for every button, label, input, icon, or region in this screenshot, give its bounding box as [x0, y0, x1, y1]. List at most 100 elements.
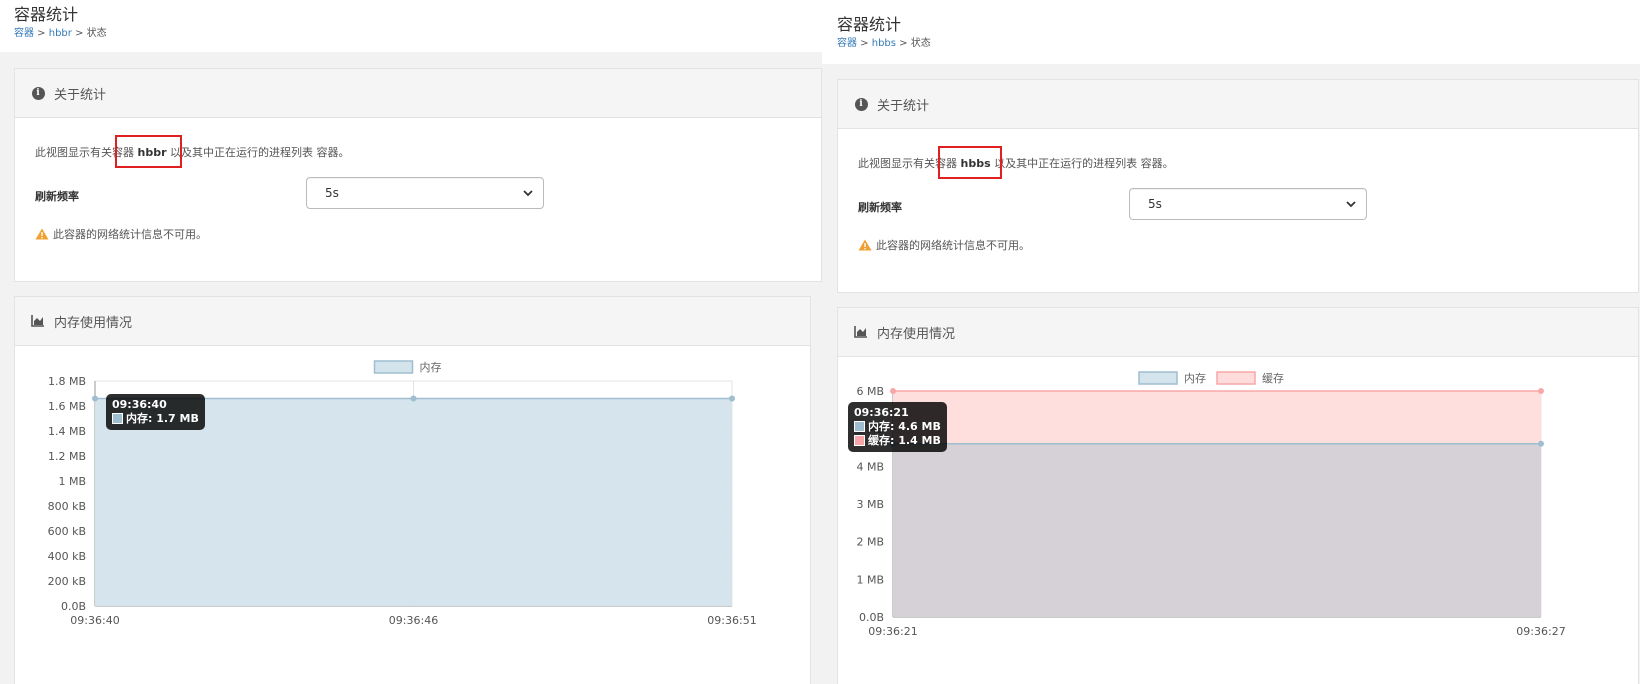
breadcrumb-containers-link[interactable]: 容器 — [14, 28, 34, 39]
tooltip-value: 内存: 4.6 MB — [868, 420, 941, 433]
info-icon: i — [854, 97, 868, 111]
y-tick-label: 0.0B — [61, 600, 86, 613]
legend-swatch — [1138, 371, 1178, 385]
legend-label: 缓存 — [1262, 371, 1284, 385]
breadcrumb-separator: > — [34, 28, 49, 39]
y-tick-label: 3 MB — [856, 498, 884, 511]
info-icon: i — [31, 86, 45, 100]
y-tick-label: 1.8 MB — [48, 375, 86, 388]
legend-swatch — [1216, 371, 1256, 385]
data-point — [1538, 388, 1544, 394]
series-swatch — [112, 413, 123, 424]
y-tick-label: 4 MB — [856, 460, 884, 473]
network-warning: 此容器的网络统计信息不可用。 — [858, 237, 1030, 253]
breadcrumb-container-link[interactable]: hbbr — [49, 28, 72, 39]
legend-label: 内存 — [420, 360, 442, 374]
refresh-rate-select[interactable]: 5s — [1129, 188, 1367, 220]
y-tick-label: 600 kB — [48, 525, 86, 538]
refresh-rate-value: 5s — [325, 186, 339, 200]
x-tick-label: 09:36:46 — [389, 614, 438, 627]
tooltip-value: 内存: 1.7 MB — [126, 412, 199, 425]
data-point — [410, 395, 417, 402]
left-pane: 容器统计 容器 > hbbr > 状态 i 关于统计 此视图显示有关容器 hbb… — [0, 0, 822, 684]
data-point — [92, 395, 98, 402]
data-point — [1538, 440, 1544, 447]
highlight-box — [938, 146, 1002, 179]
panel-title: 关于统计 — [877, 98, 930, 114]
memory-usage-heading: 内存使用情况 — [838, 308, 1638, 357]
memory-usage-heading: 内存使用情况 — [15, 297, 810, 346]
memory-usage-panel: 内存使用情况 内存 0.0B 200 kB 400 kB 600 kB 800 kB 1 M… — [14, 296, 811, 684]
y-tick-label: 200 kB — [48, 575, 86, 588]
y-tick-label: 1 MB — [856, 573, 884, 586]
refresh-rate-label: 刷新频率 — [35, 190, 79, 203]
network-warning: 此容器的网络统计信息不可用。 — [35, 226, 207, 242]
refresh-rate-value: 5s — [1148, 197, 1162, 211]
page-title: 容器统计 — [837, 15, 902, 34]
about-stats-panel: i 关于统计 此视图显示有关容器 hbbs 以及其中正在运行的进程列表 容器。 … — [837, 79, 1639, 293]
y-tick-label: 1.4 MB — [48, 425, 86, 438]
area-chart-icon — [854, 325, 868, 339]
page-header: 容器统计 容器 > hbbs > 状态 — [837, 15, 931, 51]
desc-text: 以及其中正在运行的进程列表 容器。 — [990, 157, 1174, 170]
tooltip-row: 缓存: 1.4 MB — [854, 434, 941, 448]
breadcrumb-current: 状态 — [86, 28, 107, 39]
breadcrumb-containers-link[interactable]: 容器 — [837, 38, 857, 49]
x-tick-label: 09:36:21 — [868, 625, 917, 638]
tooltip-time: 09:36:21 — [854, 406, 909, 419]
tooltip-value: 缓存: 1.4 MB — [868, 434, 941, 447]
tooltip-time: 09:36:40 — [112, 398, 167, 411]
area-chart-icon — [31, 314, 45, 328]
breadcrumb-separator: > — [857, 38, 872, 49]
stats-description: 此视图显示有关容器 hbbs 以及其中正在运行的进程列表 容器。 — [858, 155, 1174, 171]
tooltip-row: 内存: 4.6 MB — [854, 420, 941, 434]
warning-icon — [858, 239, 872, 251]
desc-text: 此视图显示有关 — [35, 146, 112, 159]
desc-text: 此视图显示有关 — [858, 157, 935, 170]
y-tick-label: 800 kB — [48, 500, 86, 513]
warning-text: 此容器的网络统计信息不可用。 — [53, 228, 207, 241]
legend-label: 内存 — [1184, 371, 1206, 385]
x-tick-label: 09:36:27 — [1516, 625, 1565, 638]
data-point — [890, 388, 896, 394]
series-swatch — [854, 435, 865, 446]
y-tick-label: 1.2 MB — [48, 450, 86, 463]
panel-title: 关于统计 — [54, 87, 107, 103]
legend-swatch — [373, 360, 414, 374]
x-tick-label: 09:36:40 — [70, 614, 119, 627]
breadcrumb: 容器 > hbbs > 状态 — [837, 37, 931, 51]
refresh-rate-select[interactable]: 5s — [306, 177, 544, 209]
right-pane: 容器统计 容器 > hbbs > 状态 i 关于统计 此视图显示有关容器 hbb… — [822, 0, 1640, 684]
panel-title: 内存使用情况 — [877, 326, 956, 342]
tooltip-row: 内存: 1.7 MB — [112, 412, 199, 426]
memory-chart: 内存缓存0.0B1 MB2 MB3 MB4 MB5 MB6 MB09:36:21… — [856, 371, 1565, 638]
header-band — [0, 0, 822, 52]
y-tick-label: 1 MB — [58, 475, 86, 488]
chevron-down-icon — [523, 190, 533, 197]
chart-tooltip: 09:36:40 内存: 1.7 MB — [106, 394, 205, 430]
warning-text: 此容器的网络统计信息不可用。 — [876, 239, 1030, 252]
y-tick-label: 2 MB — [856, 536, 884, 549]
breadcrumb-separator: > — [71, 28, 87, 39]
about-stats-panel: i 关于统计 此视图显示有关容器 hbbr 以及其中正在运行的进程列表 容器。 … — [14, 68, 822, 282]
breadcrumb-container-link[interactable]: hbbs — [872, 38, 896, 49]
y-tick-label: 0.0B — [859, 611, 884, 624]
series-swatch — [854, 421, 865, 432]
y-tick-label: 400 kB — [48, 550, 86, 563]
memory-usage-panel: 内存使用情况 内存缓存0.0B1 MB2 MB3 MB4 MB5 MB6 MB0… — [837, 307, 1639, 684]
stats-description: 此视图显示有关容器 hbbr 以及其中正在运行的进程列表 容器。 — [35, 144, 350, 160]
about-stats-heading: i 关于统计 — [838, 80, 1638, 129]
y-tick-label: 1.6 MB — [48, 400, 86, 413]
chart-tooltip: 09:36:21 内存: 4.6 MB 缓存: 1.4 MB — [848, 402, 947, 452]
refresh-rate-label: 刷新频率 — [858, 201, 902, 214]
x-tick-label: 09:36:51 — [707, 614, 756, 627]
panel-title: 内存使用情况 — [54, 315, 133, 331]
about-stats-heading: i 关于统计 — [15, 69, 821, 118]
chevron-down-icon — [1346, 201, 1356, 208]
page-title: 容器统计 — [14, 5, 79, 24]
highlight-box — [115, 135, 182, 168]
breadcrumb-current: 状态 — [910, 38, 931, 49]
desc-text: 以及其中正在运行的进程列表 容器。 — [166, 146, 350, 159]
header-band — [822, 0, 1640, 64]
data-point — [729, 395, 735, 402]
